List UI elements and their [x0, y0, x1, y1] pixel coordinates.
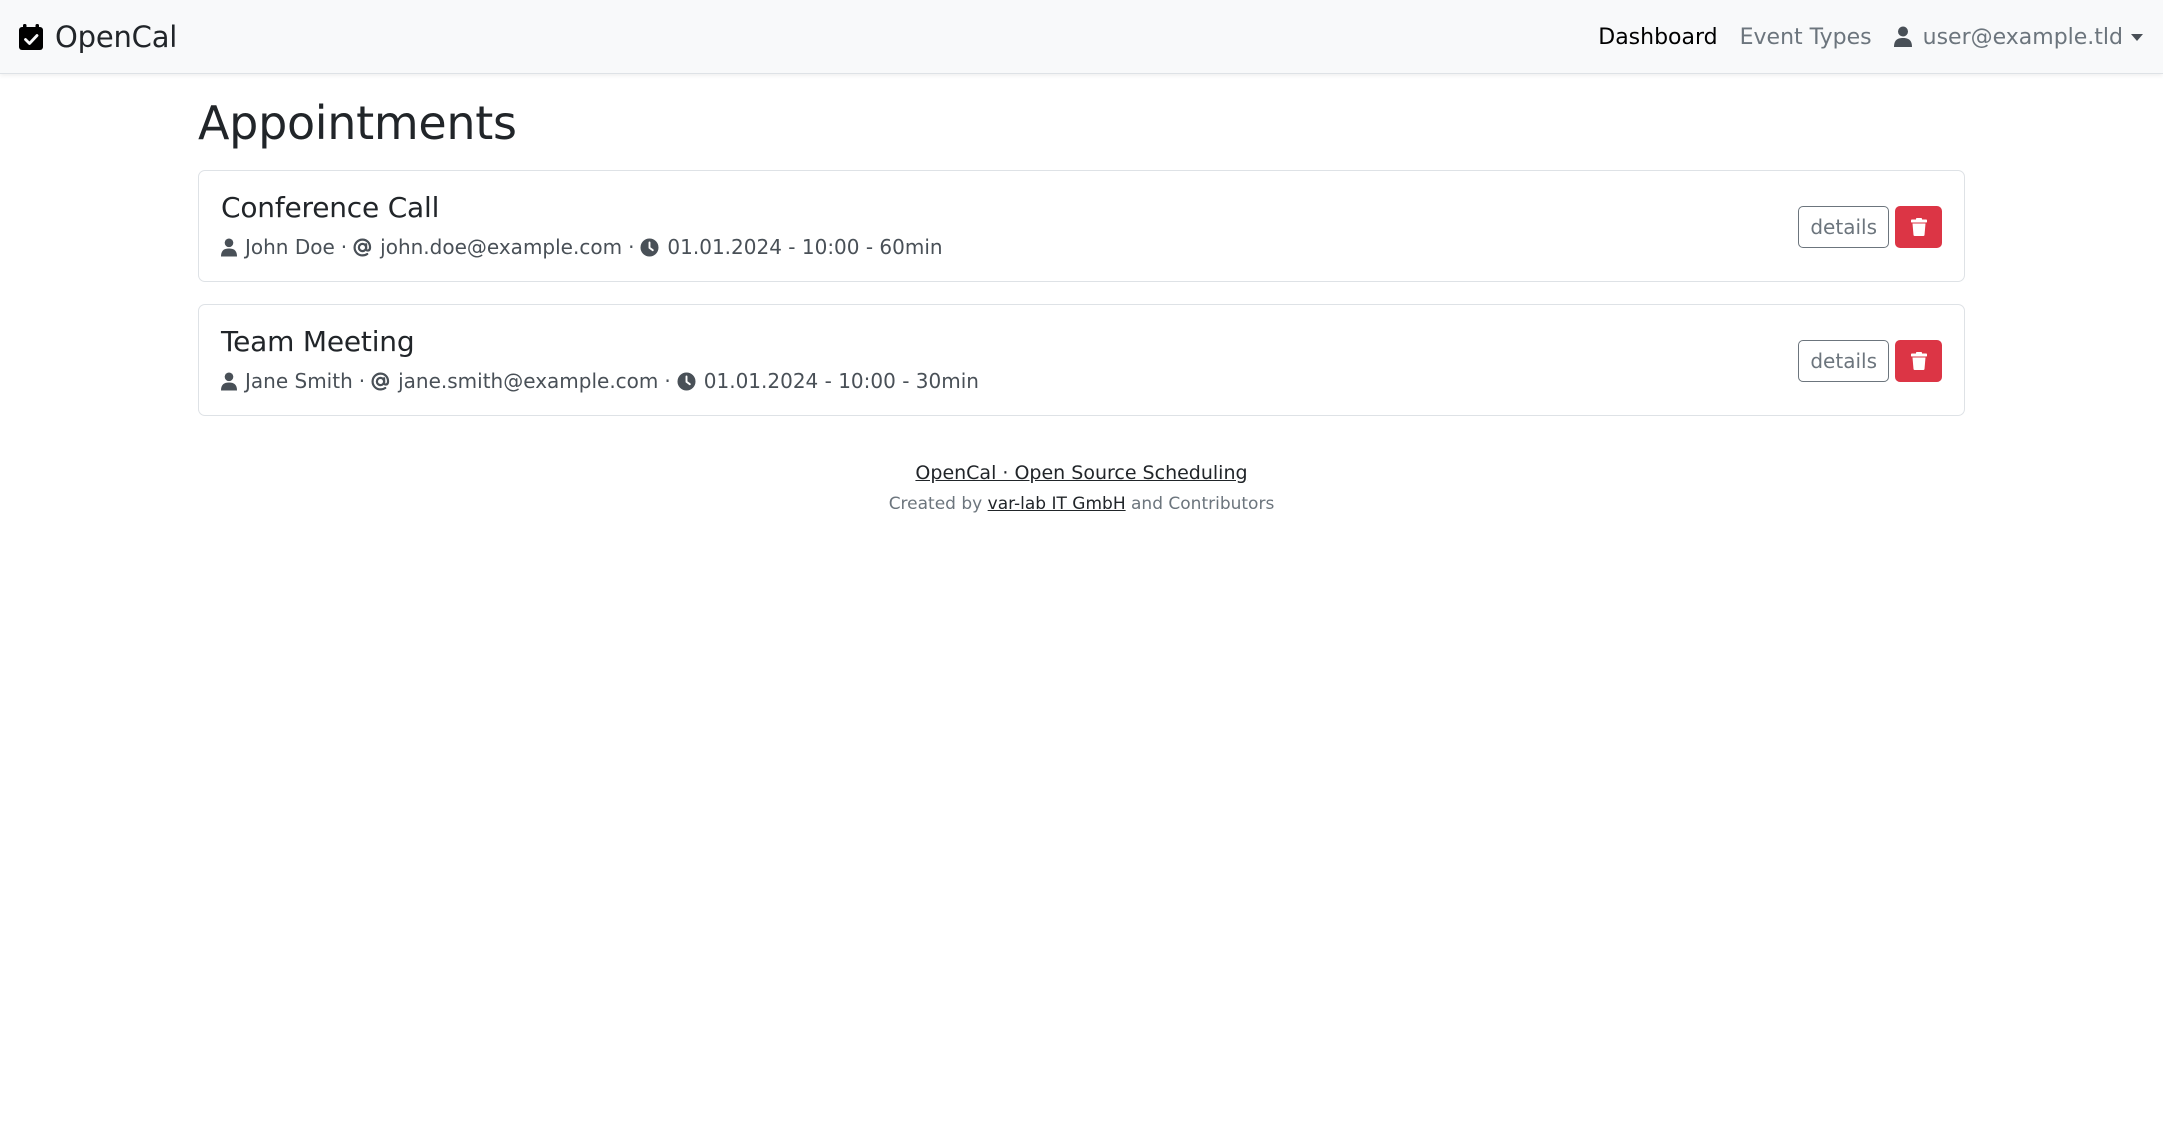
appointment-attendee-name: John Doe — [245, 235, 335, 259]
nav-dashboard[interactable]: Dashboard — [1598, 25, 1717, 50]
delete-button[interactable] — [1895, 340, 1942, 382]
at-sign-icon — [371, 371, 390, 391]
main-content: Appointments Conference Call John Doe · … — [198, 92, 1965, 416]
at-sign-icon — [353, 237, 372, 257]
user-menu-dropdown[interactable]: user@example.tld — [1893, 24, 2143, 50]
trash-icon — [1910, 218, 1927, 236]
details-button[interactable]: details — [1798, 206, 1889, 248]
appointment-attendee-name: Jane Smith — [245, 369, 353, 393]
appointment-schedule: 01.01.2024 - 10:00 - 30min — [703, 369, 979, 393]
clock-icon — [640, 238, 659, 256]
footer-credit-suffix: and Contributors — [1131, 494, 1275, 514]
brand-name: OpenCal — [55, 20, 178, 54]
appointment-meta: Jane Smith · jane.smith@example.com · 01… — [221, 369, 979, 393]
meta-separator: · — [340, 235, 348, 259]
delete-button[interactable] — [1895, 206, 1942, 248]
user-icon — [221, 372, 237, 390]
brand-link[interactable]: OpenCal — [19, 0, 177, 74]
appointment-card: Conference Call John Doe · john.doe@exam… — [198, 170, 1965, 282]
chevron-down-icon — [2131, 33, 2143, 41]
card-actions: details — [1798, 340, 1942, 382]
appointment-schedule: 01.01.2024 - 10:00 - 60min — [667, 235, 943, 259]
navbar: OpenCal Dashboard Event Types user@examp… — [0, 0, 2163, 74]
footer: OpenCal · Open Source Scheduling Created… — [198, 462, 1965, 514]
card-actions: details — [1798, 206, 1942, 248]
footer-credit: Created by var-lab IT GmbH and Contribut… — [198, 494, 1965, 514]
meta-separator: · — [664, 369, 671, 393]
appointment-email: john.doe@example.com — [380, 235, 623, 259]
footer-company-link[interactable]: var-lab IT GmbH — [988, 494, 1126, 514]
page-title: Appointments — [198, 96, 517, 150]
details-button[interactable]: details — [1798, 340, 1889, 382]
appointment-card: Team Meeting Jane Smith · jane.smith@exa… — [198, 304, 1965, 416]
appointment-email: jane.smith@example.com — [398, 369, 659, 393]
nav-links: Dashboard Event Types user@example.tld — [1576, 0, 2143, 74]
footer-project-link[interactable]: OpenCal · Open Source Scheduling — [915, 462, 1247, 484]
nav-event-types[interactable]: Event Types — [1740, 25, 1872, 50]
calendar-check-icon — [19, 24, 43, 50]
footer-credit-prefix: Created by — [888, 494, 983, 514]
meta-separator: · — [358, 369, 366, 393]
user-icon — [1893, 26, 1912, 47]
user-icon — [221, 238, 237, 256]
user-menu-label: user@example.tld — [1922, 24, 2123, 50]
appointment-title: Team Meeting — [221, 325, 415, 358]
clock-icon — [677, 372, 696, 390]
appointment-title: Conference Call — [221, 191, 440, 224]
meta-separator: · — [628, 235, 635, 259]
appointment-meta: John Doe · john.doe@example.com · 01.01.… — [221, 235, 943, 259]
trash-icon — [1910, 352, 1927, 370]
